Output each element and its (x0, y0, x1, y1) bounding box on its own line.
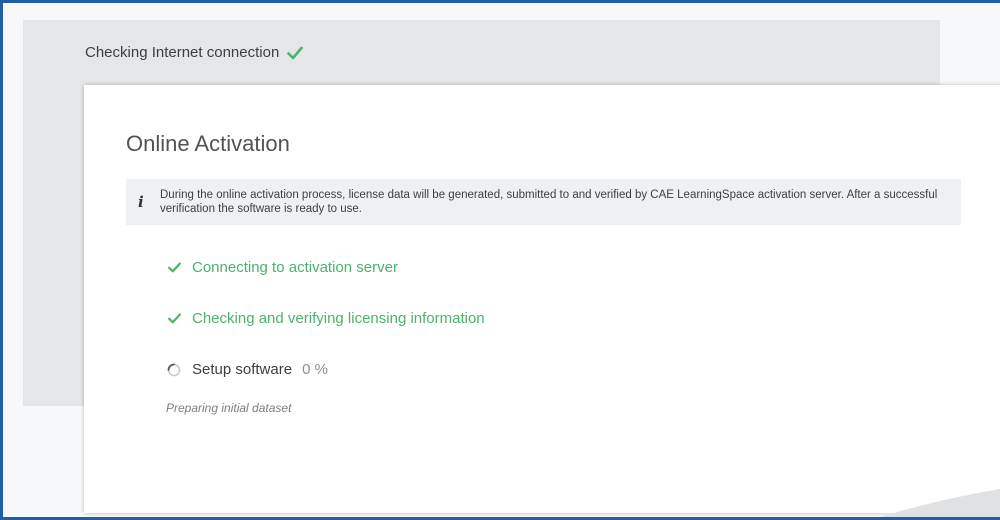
substatus-text: Preparing initial dataset (166, 401, 292, 415)
step-verifying: Checking and verifying licensing informa… (166, 310, 485, 327)
step-label: Connecting to activation server (192, 259, 398, 276)
check-icon (166, 260, 182, 276)
progress-percent: 0 % (302, 361, 328, 378)
step-setup: Setup software 0 % (166, 361, 328, 378)
connection-status-text: Checking Internet connection (85, 44, 280, 61)
spinner-icon (166, 362, 182, 378)
card-title: Online Activation (126, 131, 290, 156)
step-connecting: Connecting to activation server (166, 259, 398, 276)
info-icon: i (138, 193, 144, 211)
connection-status-row: Checking Internet connection (85, 44, 304, 61)
info-box: i During the online activation process, … (126, 179, 961, 225)
check-icon (287, 46, 304, 60)
activation-window: Checking Internet connection Online Acti… (0, 0, 1000, 520)
online-activation-card: Online Activation i During the online ac… (84, 85, 1000, 513)
info-text: During the online activation process, li… (160, 189, 938, 215)
step-label: Setup software (192, 361, 293, 378)
step-label: Checking and verifying licensing informa… (192, 310, 485, 327)
corner-decoration (880, 489, 1000, 517)
check-icon (166, 311, 182, 327)
